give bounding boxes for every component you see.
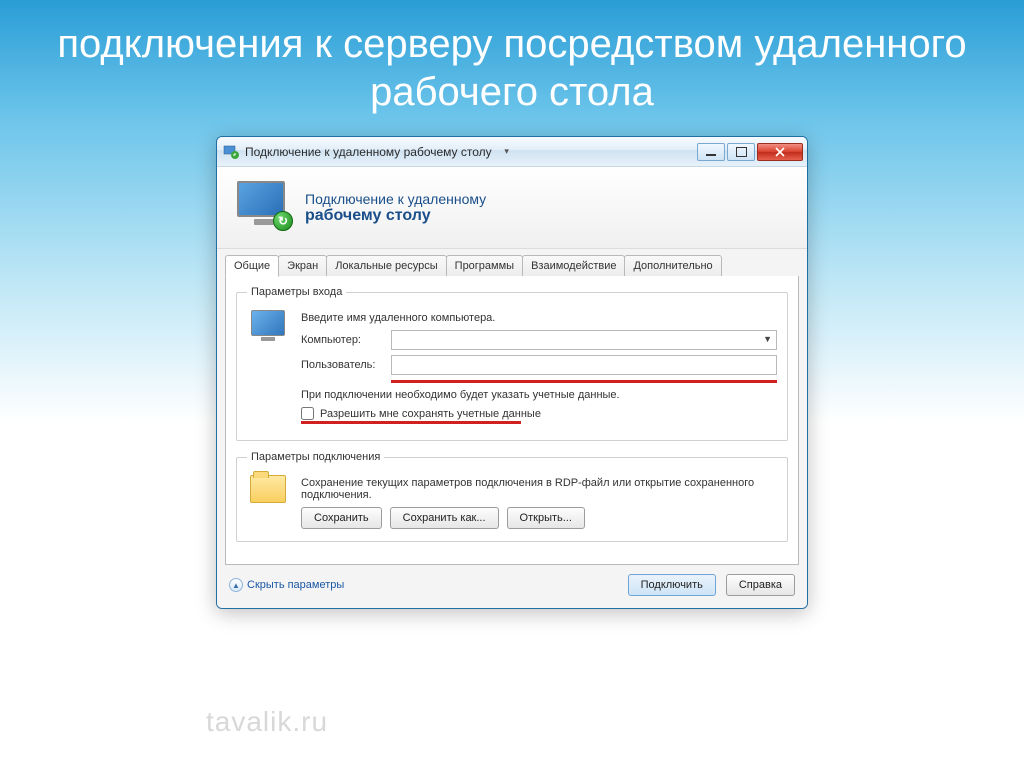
connection-group: Параметры подключения Сохранение текущих… — [236, 451, 788, 542]
slide-title: подключения к серверу посредством удален… — [0, 0, 1024, 126]
window-titlebar[interactable]: Подключение к удаленному рабочему столу … — [217, 137, 807, 167]
connection-legend: Параметры подключения — [247, 451, 384, 463]
save-credentials-checkbox[interactable] — [301, 407, 314, 420]
annotation-underline — [391, 380, 777, 383]
tab-programs[interactable]: Программы — [446, 255, 523, 277]
tab-general[interactable]: Общие — [225, 255, 279, 277]
watermark: tavalik.ru — [206, 706, 328, 738]
rdp-logo-icon: ↻ — [237, 181, 291, 235]
header-line2: рабочему столу — [305, 207, 486, 225]
connect-button[interactable]: Подключить — [628, 574, 716, 596]
app-icon — [223, 144, 239, 160]
rdp-window: Подключение к удаленному рабочему столу … — [216, 136, 808, 609]
minimize-button[interactable] — [697, 143, 725, 161]
tab-advanced[interactable]: Дополнительно — [624, 255, 721, 277]
login-group: Параметры входа Введите имя удаленного к… — [236, 286, 788, 441]
header-line1: Подключение к удаленному — [305, 191, 486, 207]
save-button[interactable]: Сохранить — [301, 507, 382, 529]
window-footer: ▲ Скрыть параметры Подключить Справка — [217, 566, 807, 608]
chevron-down-icon[interactable]: ▼ — [763, 334, 772, 344]
computer-combo[interactable]: ▼ — [391, 330, 777, 350]
chevron-up-icon: ▲ — [229, 578, 243, 592]
open-button[interactable]: Открыть... — [507, 507, 585, 529]
credentials-note: При подключении необходимо будет указать… — [301, 389, 777, 401]
tab-strip: Общие Экран Локальные ресурсы Программы … — [217, 249, 807, 277]
login-instruction: Введите имя удаленного компьютера. — [301, 312, 777, 324]
close-button[interactable] — [757, 143, 803, 161]
tab-screen[interactable]: Экран — [278, 255, 327, 277]
annotation-underline-2 — [301, 421, 521, 424]
tab-panel-general: Параметры входа Введите имя удаленного к… — [225, 276, 799, 565]
save-credentials-label: Разрешить мне сохранять учетные данные — [320, 408, 541, 420]
computer-icon — [247, 306, 289, 341]
titlebar-dropdown-icon[interactable]: ▾ — [500, 145, 514, 159]
maximize-button[interactable] — [727, 143, 755, 161]
tab-local-resources[interactable]: Локальные ресурсы — [326, 255, 446, 277]
computer-label: Компьютер: — [301, 334, 391, 346]
folder-icon — [247, 471, 289, 503]
header-banner: ↻ Подключение к удаленному рабочему стол… — [217, 167, 807, 249]
help-button[interactable]: Справка — [726, 574, 795, 596]
user-label: Пользователь: — [301, 359, 391, 371]
login-legend: Параметры входа — [247, 286, 346, 298]
connection-description: Сохранение текущих параметров подключени… — [301, 477, 777, 501]
tab-experience[interactable]: Взаимодействие — [522, 255, 625, 277]
user-input[interactable] — [391, 355, 777, 375]
save-as-button[interactable]: Сохранить как... — [390, 507, 499, 529]
window-title: Подключение к удаленному рабочему столу — [245, 145, 492, 159]
hide-params-link[interactable]: ▲ Скрыть параметры — [229, 578, 344, 592]
